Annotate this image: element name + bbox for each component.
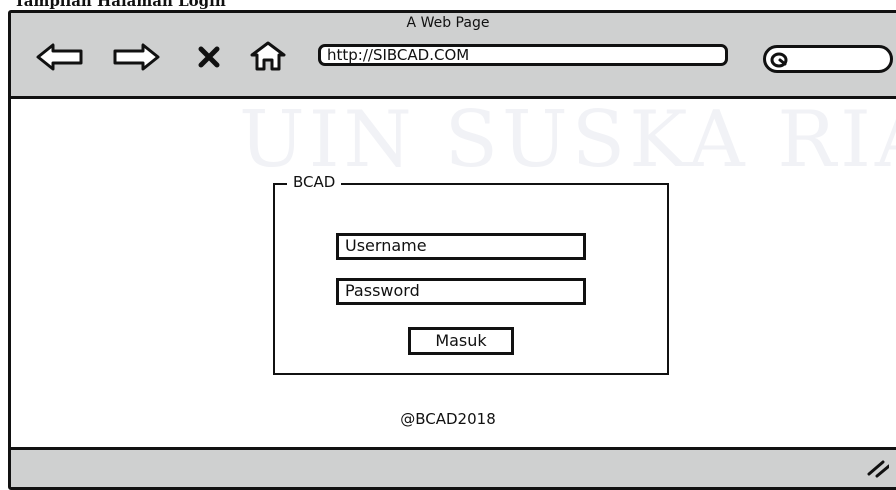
browser-window: A Web Page http://SIBCAD.COM UIN SUSKA R… (8, 10, 896, 490)
close-icon[interactable] (197, 45, 221, 69)
username-field[interactable]: Username (336, 233, 586, 260)
status-bar (11, 447, 896, 487)
page-caption: Tampilan Halaman Login (14, 0, 226, 10)
home-icon[interactable] (249, 40, 287, 72)
masuk-button[interactable]: Masuk (408, 327, 514, 355)
browser-toolbar: A Web Page http://SIBCAD.COM (11, 13, 896, 99)
search-field[interactable] (763, 45, 893, 73)
footer-text: @BCAD2018 (400, 410, 496, 428)
window-title: A Web Page (406, 15, 490, 31)
resize-grip-icon[interactable] (861, 458, 889, 478)
watermark-text: UIN SUSKA RIAU (239, 95, 896, 185)
address-bar[interactable]: http://SIBCAD.COM (318, 44, 728, 66)
search-icon (770, 52, 788, 68)
forward-arrow-icon[interactable] (111, 41, 161, 73)
password-field[interactable]: Password (336, 278, 586, 305)
back-arrow-icon[interactable] (35, 41, 85, 73)
form-legend: BCAD (287, 173, 342, 191)
